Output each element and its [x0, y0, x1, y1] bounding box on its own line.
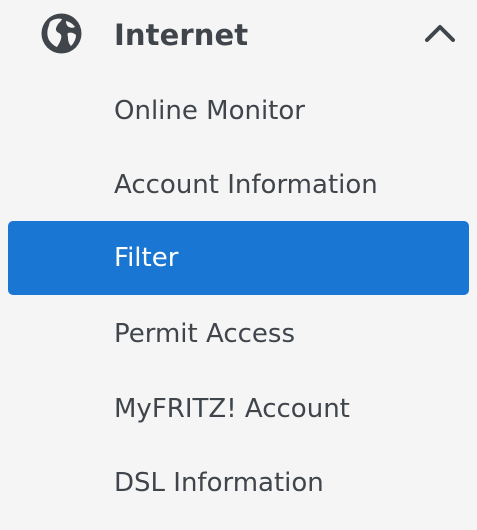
menu-item-label: Account Information	[114, 170, 378, 200]
menu-item-dsl-information[interactable]: DSL Information	[8, 446, 469, 520]
menu-item-permit-access[interactable]: Permit Access	[8, 297, 469, 371]
internet-nav-menu: Internet Online Monitor Account Informat…	[0, 0, 477, 530]
menu-item-myfritz-account[interactable]: MyFRITZ! Account	[8, 372, 469, 446]
menu-item-online-monitor[interactable]: Online Monitor	[8, 74, 469, 148]
menu-item-label: DSL Information	[114, 468, 324, 498]
menu-item-label: Online Monitor	[114, 96, 305, 126]
section-title: Internet	[114, 18, 249, 52]
menu-item-filter[interactable]: Filter	[8, 221, 469, 295]
chevron-up-icon[interactable]	[424, 22, 456, 44]
menu-item-label: Permit Access	[114, 319, 295, 349]
internet-section-header[interactable]: Internet	[0, 0, 477, 72]
menu-item-label: Filter	[114, 243, 179, 273]
menu-item-label: MyFRITZ! Account	[114, 394, 350, 424]
menu-item-account-information[interactable]: Account Information	[8, 148, 469, 222]
globe-icon	[41, 13, 82, 54]
